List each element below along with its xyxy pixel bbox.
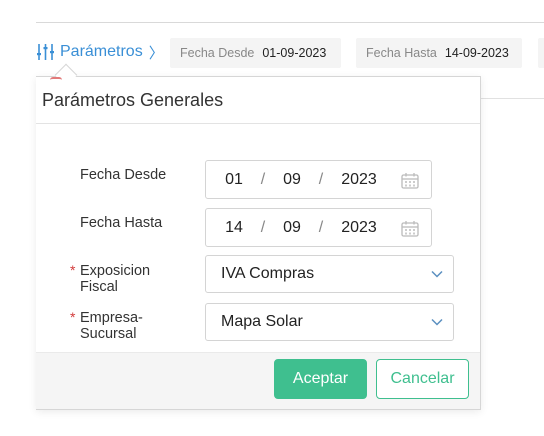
label-line: Fiscal <box>80 279 118 295</box>
filter-chip-overflow[interactable] <box>538 38 544 68</box>
required-marker: * <box>70 309 76 325</box>
chevron-right-icon: 〉 <box>148 44 164 62</box>
top-divider <box>36 0 544 23</box>
fecha-hasta-month[interactable]: 09 <box>272 219 312 237</box>
select-value: Mapa Solar <box>221 313 303 330</box>
dialog-footer: Aceptar Cancelar <box>36 352 480 409</box>
chevron-down-icon <box>431 270 443 278</box>
filter-chip-fecha-desde[interactable]: Fecha Desde 01-09-2023 <box>170 38 341 68</box>
fecha-hasta-day[interactable]: 14 <box>214 219 254 237</box>
date-separator: / <box>318 170 324 188</box>
chip-value: 14-09-2023 <box>444 46 509 60</box>
exposicion-fiscal-label: Exposicion Fiscal <box>80 263 150 295</box>
fecha-desde-label: Fecha Desde <box>80 167 167 183</box>
popover-accent-mark <box>50 77 62 80</box>
chip-label: Fecha Desde <box>180 46 255 60</box>
date-separator: / <box>318 218 324 236</box>
fecha-desde-year[interactable]: 2023 <box>330 171 388 189</box>
dialog-title: Parámetros Generales <box>36 77 480 124</box>
parameters-dialog: Parámetros Generales Fecha Desde 01 / 09… <box>36 76 481 410</box>
cancel-button[interactable]: Cancelar <box>376 359 469 399</box>
calendar-icon[interactable] <box>401 220 419 237</box>
fecha-desde-day[interactable]: 01 <box>214 171 254 189</box>
fecha-hasta-year[interactable]: 2023 <box>330 219 388 237</box>
chip-value: 01-09-2023 <box>262 46 327 60</box>
label-line: Exposicion <box>80 263 151 279</box>
select-value: IVA Compras <box>221 265 315 282</box>
date-separator: / <box>260 170 266 188</box>
calendar-icon[interactable] <box>401 172 419 189</box>
required-marker: * <box>70 262 76 278</box>
fecha-hasta-label: Fecha Hasta <box>80 215 163 231</box>
label-line: Empresa- <box>80 310 143 326</box>
parameters-link-label: Parámetros <box>60 43 143 60</box>
fecha-hasta-input[interactable]: 14 / 09 / 2023 <box>205 208 432 247</box>
filter-chip-fecha-hasta[interactable]: Fecha Hasta 14-09-2023 <box>356 38 522 68</box>
fecha-desde-input[interactable]: 01 / 09 / 2023 <box>205 160 432 199</box>
chevron-down-icon <box>431 318 443 326</box>
date-separator: / <box>260 218 266 236</box>
background-divider <box>480 98 544 99</box>
fecha-desde-month[interactable]: 09 <box>272 171 312 189</box>
empresa-sucursal-select[interactable]: Mapa Solar <box>205 303 454 341</box>
empresa-sucursal-label: Empresa- Sucursal <box>80 310 143 342</box>
sliders-icon <box>37 44 54 60</box>
parameters-toggle[interactable]: Parámetros 〉 <box>36 40 164 64</box>
chip-label: Fecha Hasta <box>366 46 437 60</box>
label-line: Sucursal <box>80 326 137 342</box>
exposicion-fiscal-select[interactable]: IVA Compras <box>205 255 454 293</box>
accept-button[interactable]: Aceptar <box>274 359 367 399</box>
